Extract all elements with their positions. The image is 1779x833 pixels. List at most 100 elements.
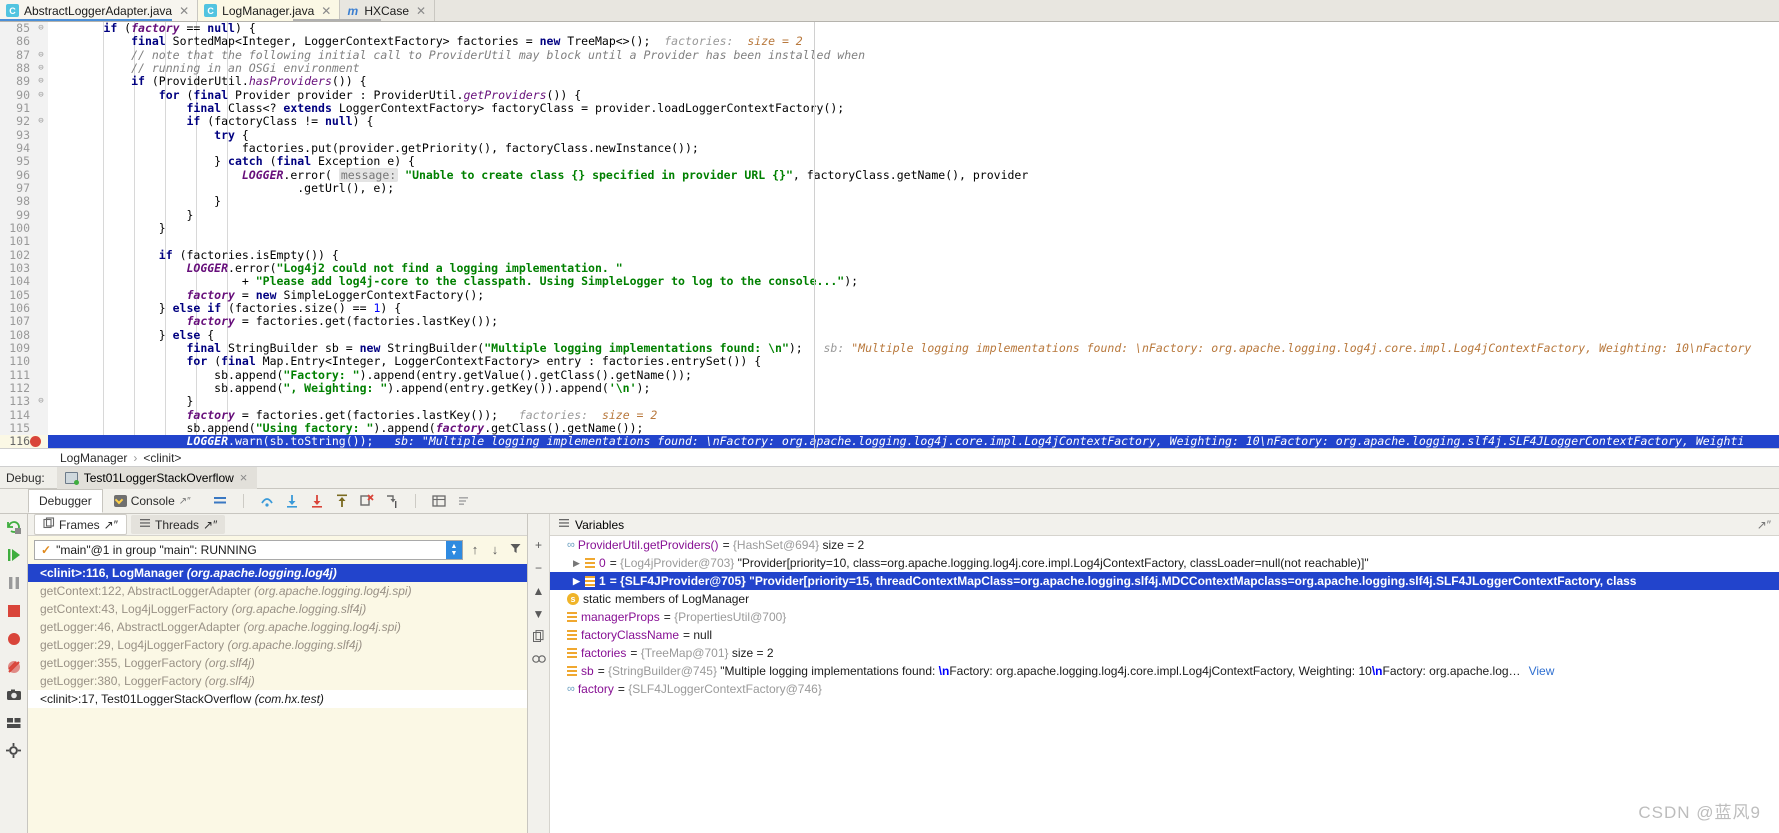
tab-frames[interactable]: Frames ↗″ [34,514,127,535]
settings-icon[interactable] [456,493,472,509]
breadcrumb[interactable]: LogManager › <clinit> [0,448,1779,467]
frame-down-icon[interactable]: ↓ [487,542,503,558]
code-line[interactable]: sb.append(", Weighting: ").append(entry.… [48,381,1779,395]
code-line[interactable]: } [48,194,1779,208]
view-breakpoints-icon[interactable] [5,630,23,648]
line-number[interactable]: 86 [0,34,34,48]
fold-marker[interactable] [34,382,48,395]
code-line[interactable]: } [48,394,1779,408]
pause-program-icon[interactable] [5,574,23,592]
code-line[interactable]: final StringBuilder sb = new StringBuild… [48,341,1779,355]
code-line[interactable] [48,235,1779,248]
code-folding-gutter[interactable]: ⊖ ⊖ ⊖ ⊖ ⊖ ⊖ ⊖ [34,22,48,448]
code-line[interactable]: if (factory == null) { [48,22,1779,35]
fold-marker[interactable]: ⊖ [34,62,48,75]
fold-marker[interactable] [34,422,48,435]
code-line[interactable]: } else { [48,328,1779,342]
step-over-icon[interactable] [259,493,275,509]
screenshot-icon[interactable] [5,686,23,704]
code-line[interactable]: try { [48,128,1779,142]
resume-program-icon[interactable] [5,546,23,564]
chevron-updown-icon[interactable]: ▲ ▼ [446,541,462,559]
code-line[interactable]: .getUrl(), e); [48,181,1779,195]
variable-row[interactable]: managerProps = {PropertiesUtil@700} [550,608,1779,626]
close-icon[interactable]: ✕ [179,5,189,17]
code-text-area[interactable]: if (factory == null) { final SortedMap<I… [48,22,1779,448]
view-value-link[interactable]: View [1529,662,1555,680]
code-line[interactable]: LOGGER.warn(sb.toString()); sb: "Multipl… [48,434,1779,448]
fold-marker[interactable] [34,262,48,275]
fold-marker[interactable] [34,355,48,368]
fold-marker[interactable] [34,35,48,48]
filter-icon[interactable] [507,542,523,558]
variable-row[interactable]: ▶ 0 = {Log4jProvider@703} "Provider[prior… [550,554,1779,572]
line-number[interactable]: 99 [0,208,34,222]
variable-row[interactable]: ∞ ProviderUtil.getProviders() = {HashSet@… [550,536,1779,554]
fold-marker[interactable] [34,275,48,288]
line-number[interactable]: 98 [0,194,34,208]
code-line[interactable]: factories.put(provider.getPriority(), fa… [48,141,1779,155]
fold-marker[interactable] [34,329,48,342]
breadcrumb-item-class[interactable]: LogManager [60,451,127,465]
frame-row[interactable]: getLogger:46, AbstractLoggerAdapter (org… [28,618,527,636]
fold-marker[interactable]: ⊖ [34,75,48,88]
close-icon[interactable]: ✕ [416,5,426,17]
thread-selector[interactable]: ✓ "main"@1 in group "main": RUNNING ▲ ▼ [34,540,463,560]
down-icon[interactable]: ▼ [532,607,546,621]
code-line[interactable]: factory = new SimpleLoggerContextFactory… [48,288,1779,302]
fold-marker[interactable] [34,235,48,248]
variable-row[interactable]: factoryClassName = null [550,626,1779,644]
fold-marker[interactable] [34,315,48,328]
line-number[interactable]: 100 [0,221,34,235]
hide-panel-icon[interactable]: ↗″ [1757,518,1779,532]
fold-marker[interactable] [34,102,48,115]
code-line[interactable]: // running in an OSGi environment [48,61,1779,75]
code-line[interactable]: sb.append("Using factory: ").append(fact… [48,421,1779,435]
pin-icon[interactable]: ↗″ [104,518,118,532]
code-line[interactable]: LOGGER.error("Log4j2 could not find a lo… [48,261,1779,275]
close-icon[interactable]: ✕ [321,5,331,17]
code-line[interactable]: factory = factories.get(factories.lastKe… [48,408,1779,422]
frame-row[interactable]: getLogger:380, LoggerFactory (org.slf4j) [28,672,527,690]
pin-icon[interactable]: ↗″ [179,496,191,507]
line-number[interactable]: 102 [0,248,34,262]
settings-gear-icon[interactable] [5,742,23,760]
step-out-icon[interactable] [334,493,350,509]
line-number[interactable]: 88 [0,61,34,75]
fold-marker[interactable] [34,409,48,422]
line-number[interactable]: 91 [0,101,34,115]
line-number[interactable]: 105 [0,288,34,302]
frame-up-icon[interactable]: ↑ [467,542,483,558]
breadcrumb-item-method[interactable]: <clinit> [143,451,181,465]
line-number[interactable]: 106 [0,301,34,315]
frame-row[interactable]: <clinit>:17, Test01LoggerStackOverflow (… [28,690,527,708]
frame-row[interactable]: getContext:43, Log4jLoggerFactory (org.a… [28,600,527,618]
show-execution-point-icon[interactable] [212,493,228,509]
evaluate-expression-icon[interactable] [431,493,447,509]
fold-marker[interactable]: ⊖ [34,22,48,35]
fold-marker[interactable] [34,209,48,222]
line-number[interactable]: 85 [0,22,34,35]
line-number[interactable]: 89 [0,74,34,88]
tab-console[interactable]: Console ↗″ [103,489,202,513]
line-number[interactable]: 103 [0,261,34,275]
line-number[interactable]: 93 [0,128,34,142]
code-line[interactable]: } else if (factories.size() == 1) { [48,301,1779,315]
fold-marker[interactable] [34,302,48,315]
inspect-icon[interactable] [531,653,546,667]
fold-marker[interactable] [34,369,48,382]
line-number[interactable]: 114 [0,408,34,422]
code-line[interactable]: final Class<? extends LoggerContextFacto… [48,101,1779,115]
fold-marker[interactable] [34,182,48,195]
line-number[interactable]: 104 [0,274,34,288]
line-number[interactable]: 108 [0,328,34,342]
close-icon[interactable]: × [240,470,248,485]
mute-breakpoints-icon[interactable] [5,658,23,676]
variable-row[interactable]: ▶ 1 = {SLF4JProvider@705} "Provider[prior… [550,572,1779,590]
add-watch-icon[interactable]: + [532,538,546,552]
line-number[interactable]: 112 [0,381,34,395]
code-line[interactable]: sb.append("Factory: ").append(entry.getV… [48,368,1779,382]
line-number[interactable]: 109 [0,341,34,355]
code-line[interactable]: LOGGER.error( message: "Unable to create… [48,167,1779,182]
fold-marker[interactable]: ⊖ [34,89,48,102]
